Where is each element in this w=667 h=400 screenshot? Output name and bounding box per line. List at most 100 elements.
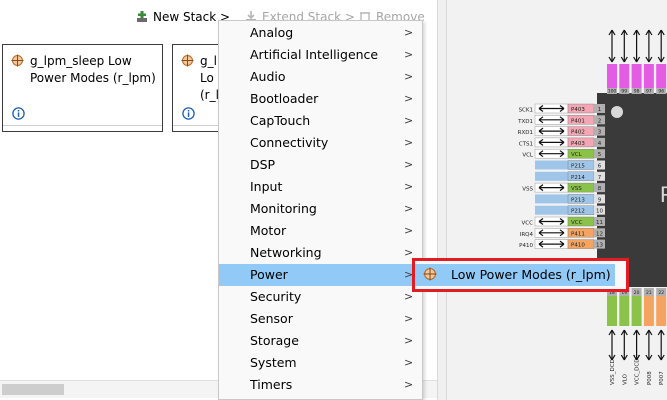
pin-number-label: 6 <box>598 164 602 170</box>
chevron-right-icon: > <box>404 180 414 193</box>
menu-item-artificial-intelligence[interactable]: Artificial Intelligence > <box>219 44 422 66</box>
info-icon[interactable] <box>12 107 25 120</box>
pin-name-label: VSS <box>571 186 582 192</box>
bottom-pin-signal: VSS_DCDC <box>610 355 616 385</box>
pin-number-label: 8 <box>598 186 602 192</box>
top-pin-number: 96 <box>658 89 664 95</box>
top-pin-box <box>619 64 630 88</box>
bidirectional-arrow-icon <box>657 29 665 63</box>
top-pin-box <box>607 64 617 88</box>
stack-block-line2: Lo <box>200 71 214 85</box>
top-pin-number: 98 <box>634 89 640 95</box>
top-pin-number: 99 <box>621 89 627 95</box>
top-pin-number: 97 <box>646 89 652 95</box>
stack-block-title: g_lpm_sleep Low Power Modes (r_lpm) <box>30 53 156 87</box>
top-pin-box <box>656 64 667 88</box>
new-stack-button[interactable]: New Stack > <box>135 8 230 26</box>
menu-item-captouch[interactable]: CapTouch > <box>219 110 422 132</box>
pin-name-label: P213 <box>571 197 585 203</box>
stack-block-lpm-sleep[interactable]: g_lpm_sleep Low Power Modes (r_lpm) <box>2 44 163 132</box>
menu-item-label: Connectivity <box>250 135 329 150</box>
menu-item-bootloader[interactable]: Bootloader > <box>219 88 422 110</box>
bottom-pin-box <box>631 296 642 326</box>
chevron-right-icon: > <box>404 70 414 83</box>
stack-block-line2: Power Modes (r_lpm) <box>30 71 156 85</box>
new-stack-icon <box>137 11 147 22</box>
pin-signal-label: VCL <box>522 153 534 159</box>
pin-unused-box <box>535 160 568 170</box>
bottom-pin-signal: P008 <box>647 371 653 385</box>
menu-item-system[interactable]: System > <box>219 352 422 374</box>
menu-item-motor[interactable]: Motor > <box>219 220 422 242</box>
menu-item-label: Monitoring <box>250 201 317 216</box>
top-pin-box <box>643 64 654 88</box>
bottom-pin-number: 21 <box>646 290 652 296</box>
pin-name-label: P212 <box>571 209 585 215</box>
highlight-callout <box>412 258 629 292</box>
menu-item-timers[interactable]: Timers > <box>219 374 422 396</box>
menu-item-input[interactable]: Input > <box>219 176 422 198</box>
pin-signal-label: IRQ4 <box>520 232 534 238</box>
bottom-pin-box <box>607 296 617 326</box>
menu-item-monitoring[interactable]: Monitoring > <box>219 198 422 220</box>
pin-name-label: P215 <box>571 164 585 170</box>
pin-signal-label: SCK1 <box>519 108 533 114</box>
chevron-right-icon: > <box>404 92 414 105</box>
menu-item-label: Sensor <box>250 311 293 326</box>
menu-item-label: Networking <box>250 245 322 260</box>
new-stack-menu: Analog > Artificial Intelligence > Audio > Boo… <box>218 20 423 400</box>
stack-block-line3: (r_l <box>200 88 219 102</box>
pin-diagram: R SCK1 P403 1 TXD1 P401 2 RXD1 P402 3 CTS1 P403 4 VCL… <box>517 29 667 385</box>
menu-item-connectivity[interactable]: Connectivity > <box>219 132 422 154</box>
pin-signal-label: P410 <box>519 243 533 249</box>
chevron-right-icon: > <box>404 136 414 149</box>
chip-pin1-dot <box>611 106 623 118</box>
pin-configuration-view: R SCK1 P403 1 TXD1 P401 2 RXD1 P402 3 CTS1 P403 4 VCL… <box>447 0 667 400</box>
menu-item-storage[interactable]: Storage > <box>219 330 422 352</box>
menu-item-label: DSP <box>250 157 276 172</box>
bottom-pin-signal: VLO <box>622 373 628 385</box>
menu-item-label: CapTouch <box>250 113 311 128</box>
menu-item-dsp[interactable]: DSP > <box>219 154 422 176</box>
pin-number-label: 9 <box>598 197 602 203</box>
menu-item-label: Motor <box>250 223 287 238</box>
chevron-right-icon: > <box>404 378 414 391</box>
pin-name-label: P403 <box>571 107 585 113</box>
bottom-pin-signal: P007 <box>659 371 665 385</box>
stack-block-line1: g_l <box>200 54 217 68</box>
pin-signal-label: VCC <box>522 221 534 227</box>
bidirectional-arrow-icon <box>657 329 665 361</box>
bottom-pin-signal: VCC_DCDC <box>635 354 641 385</box>
bidirectional-arrow-icon <box>645 329 653 361</box>
menu-item-audio[interactable]: Audio > <box>219 66 422 88</box>
chevron-right-icon: > <box>404 356 414 369</box>
pane-divider[interactable] <box>437 0 447 400</box>
pin-name-label: P402 <box>571 130 585 136</box>
chevron-right-icon: > <box>404 26 414 39</box>
chevron-right-icon: > <box>404 48 414 61</box>
bottom-pin-box <box>643 296 654 326</box>
pin-number-label: 4 <box>598 141 602 147</box>
menu-item-analog[interactable]: Analog > <box>219 22 422 44</box>
chevron-right-icon: > <box>404 202 414 215</box>
menu-item-networking[interactable]: Networking > <box>219 242 422 264</box>
pin-signal-label: RXD1 <box>518 130 533 136</box>
bidirectional-arrow-icon <box>608 29 616 63</box>
menu-item-security[interactable]: Security > <box>219 286 422 308</box>
bidirectional-arrow-icon <box>645 29 653 63</box>
menu-item-label: Security <box>250 289 302 304</box>
chip-logo-text: R <box>660 182 667 207</box>
menu-item-sensor[interactable]: Sensor > <box>219 308 422 330</box>
pin-number-label: 12 <box>596 231 603 237</box>
top-pin-number: 100 <box>608 89 617 95</box>
info-icon[interactable] <box>182 107 195 120</box>
menu-item-power[interactable]: Power > <box>219 264 422 286</box>
pin-name-label: P214 <box>571 175 585 181</box>
menu-item-label: Input <box>250 179 283 194</box>
pin-number-label: 13 <box>596 243 603 249</box>
bottom-pin-number: 22 <box>658 290 664 296</box>
scrollbar-thumb[interactable] <box>2 384 64 395</box>
pin-unused-box <box>535 205 568 215</box>
pin-signal-label: VSS <box>522 187 533 193</box>
pin-name-label: VCL <box>571 152 583 158</box>
